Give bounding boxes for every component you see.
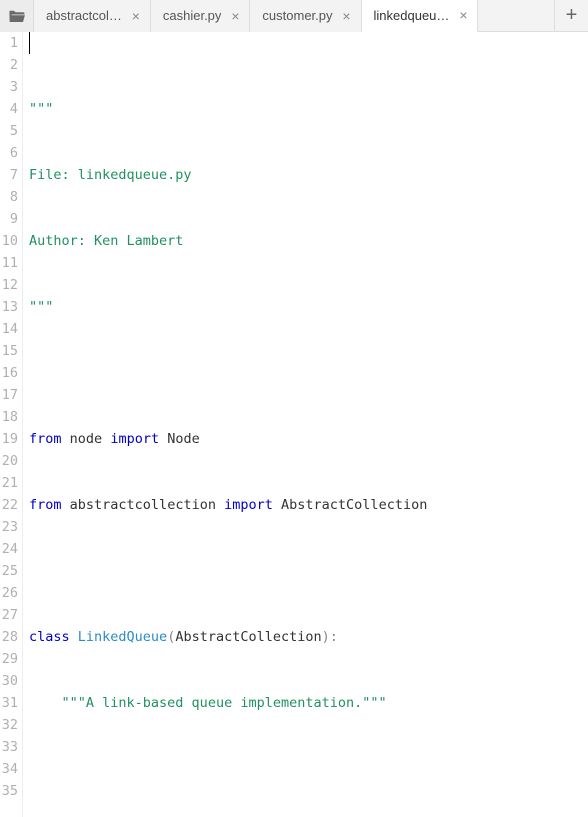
code-text: [29, 758, 588, 780]
tab-linkedqueue[interactable]: linkedqueu… ×: [362, 0, 479, 32]
close-icon[interactable]: ×: [339, 8, 355, 24]
code-text: Author: Ken Lambert: [29, 233, 183, 249]
tab-cashier[interactable]: cashier.py ×: [151, 0, 251, 32]
code-editor[interactable]: 12345678910 11121314151617181920 2122232…: [0, 32, 588, 817]
code-text: LinkedQueue: [78, 629, 167, 645]
close-icon[interactable]: ×: [455, 7, 471, 23]
close-icon[interactable]: ×: [128, 8, 144, 24]
code-content[interactable]: """ File: linkedqueue.py Author: Ken Lam…: [23, 32, 588, 817]
new-tab-button[interactable]: +: [554, 0, 588, 32]
code-text: File: linkedqueue.py: [29, 167, 192, 183]
code-text: """: [29, 299, 53, 315]
line-number-gutter: 12345678910 11121314151617181920 2122232…: [0, 32, 23, 817]
tab-customer[interactable]: customer.py ×: [250, 0, 361, 32]
code-text: [29, 560, 588, 582]
code-text: from: [29, 497, 62, 513]
code-text: """A link-based queue implementation.""": [62, 695, 387, 711]
code-text: import: [110, 431, 159, 447]
code-text: Node: [167, 431, 200, 447]
folder-open-icon: [8, 9, 26, 23]
code-text: node: [70, 431, 103, 447]
tab-label: customer.py: [262, 8, 332, 23]
tab-label: cashier.py: [163, 8, 222, 23]
code-text: import: [224, 497, 273, 513]
code-text: """: [29, 101, 53, 117]
tabs-container: abstractcol… × cashier.py × customer.py …: [34, 0, 554, 32]
code-text: class: [29, 629, 70, 645]
tab-label: abstractcol…: [46, 8, 122, 23]
code-text: AbstractCollection: [175, 629, 321, 645]
text-cursor: [29, 32, 30, 54]
tab-abstractcollection[interactable]: abstractcol… ×: [34, 0, 151, 32]
close-icon[interactable]: ×: [227, 8, 243, 24]
code-text: [29, 362, 588, 384]
tab-bar: abstractcol… × cashier.py × customer.py …: [0, 0, 588, 32]
code-text: abstractcollection: [70, 497, 216, 513]
code-text: from: [29, 431, 62, 447]
tab-label: linkedqueu…: [374, 8, 450, 23]
code-text: AbstractCollection: [281, 497, 427, 513]
open-file-button[interactable]: [0, 0, 34, 32]
